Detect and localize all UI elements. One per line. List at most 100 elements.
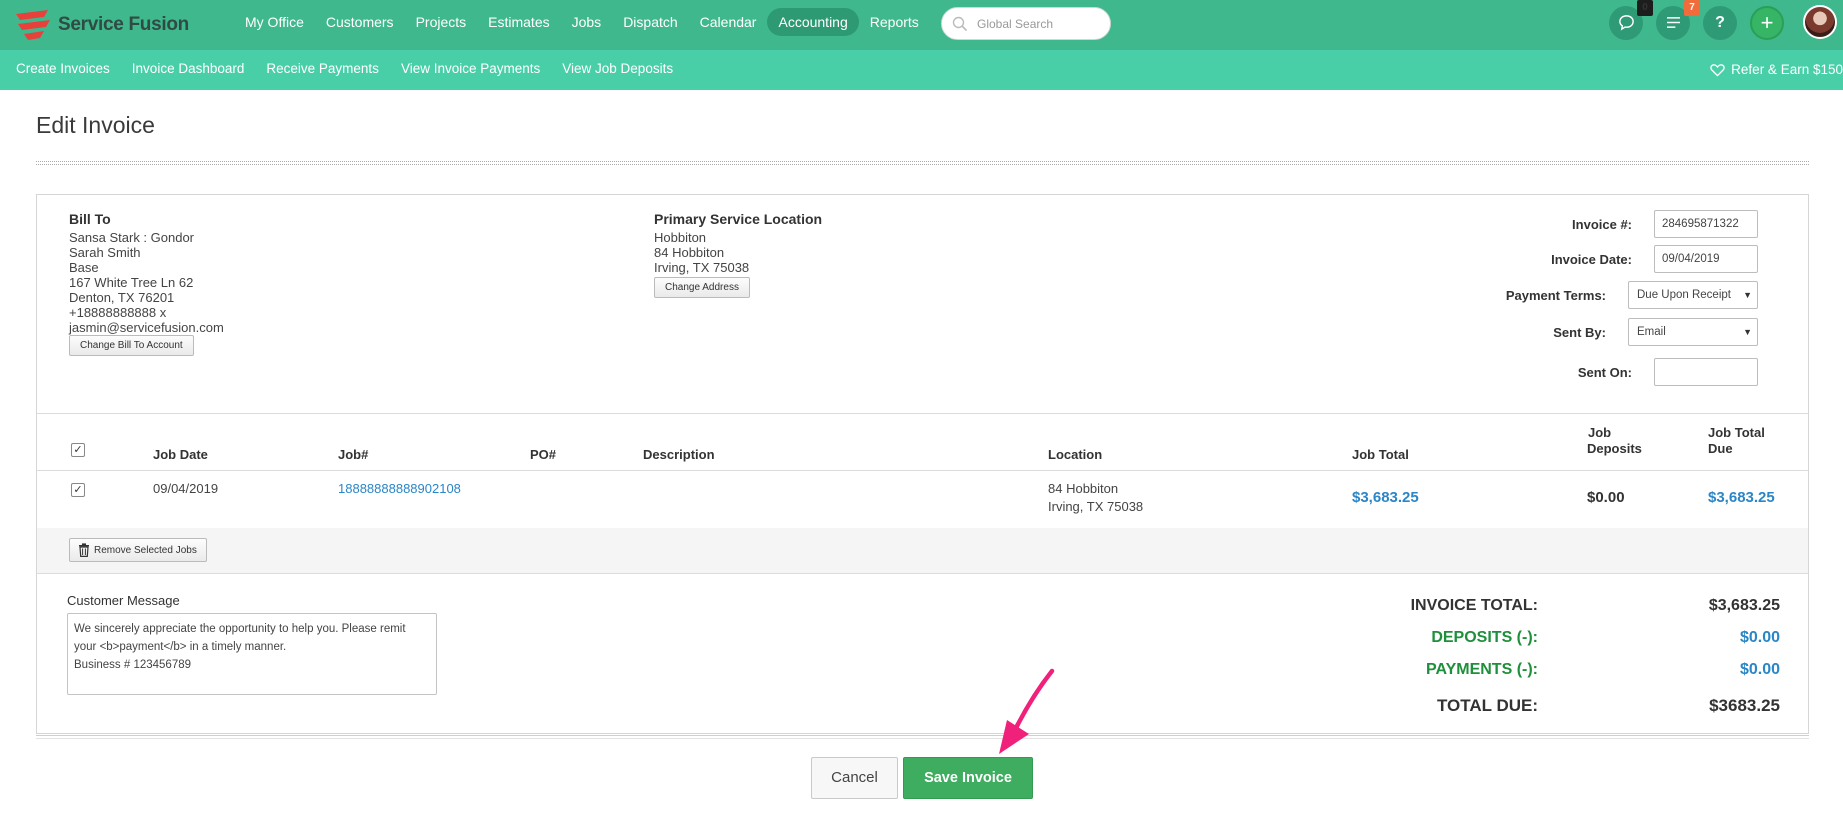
invoice-number-field[interactable]: 284695871322 (1654, 210, 1758, 238)
refer-label: Refer & Earn $150 (1731, 62, 1843, 77)
invoice-total-label: INVOICE TOTAL: (1410, 597, 1538, 614)
service-location-block: Primary Service Location Hobbiton 84 Hob… (654, 211, 822, 298)
bill-to-contact: Sarah Smith (69, 245, 141, 260)
header-description: Description (643, 447, 715, 462)
customer-message-textarea[interactable]: We sincerely appreciate the opportunity … (67, 613, 437, 695)
row-job-number-link[interactable]: 18888888888902108 (338, 480, 461, 498)
select-all-checkbox[interactable]: ✓ (71, 443, 85, 457)
table-actions-bar: Remove Selected Jobs (37, 528, 1808, 574)
invoice-date-row: Invoice Date: 09/04/2019 (1472, 245, 1758, 273)
bill-to-email: jasmin@servicefusion.com (69, 320, 224, 335)
subnav-create-invoices[interactable]: Create Invoices (16, 50, 110, 90)
row-job-total[interactable]: $3,683.25 (1352, 489, 1419, 507)
bill-to-label: Bill To (69, 211, 111, 227)
row-checkbox[interactable]: ✓ (71, 483, 85, 497)
deposits-label: DEPOSITS (-): (1431, 629, 1538, 646)
table-header-divider (37, 470, 1808, 471)
nav-estimates[interactable]: Estimates (477, 8, 560, 36)
sent-on-row: Sent On: (1472, 358, 1758, 386)
change-address-button[interactable]: Change Address (654, 277, 750, 298)
chat-button[interactable]: 0 (1609, 0, 1653, 40)
service-location-label: Primary Service Location (654, 211, 823, 227)
header-location: Location (1048, 447, 1103, 462)
user-avatar[interactable] (1803, 5, 1837, 39)
row-job-date: 09/04/2019 (153, 481, 219, 496)
change-bill-to-button[interactable]: Change Bill To Account (69, 335, 194, 356)
help-button[interactable]: ? (1703, 6, 1737, 40)
refer-and-earn-link[interactable]: Refer & Earn $150 (1710, 50, 1843, 90)
sent-by-label: Sent By: (1553, 324, 1606, 340)
bill-to-account: Sansa Stark : Gondor (69, 230, 195, 245)
search-icon (952, 16, 968, 32)
subnav-view-job-deposits[interactable]: View Job Deposits (562, 50, 673, 90)
nav-jobs[interactable]: Jobs (561, 8, 613, 36)
payments-value[interactable]: $0.00 (1740, 661, 1780, 679)
payments-label: PAYMENTS (-): (1426, 661, 1538, 678)
row-location-street: 84 Hobbiton (1048, 481, 1119, 496)
nav-calendar[interactable]: Calendar (689, 8, 768, 36)
header-job-deposits-line1: Job (1588, 425, 1612, 440)
invoice-date-field[interactable]: 09/04/2019 (1654, 245, 1758, 273)
chat-bubble-icon (1618, 15, 1634, 31)
nav-my-office[interactable]: My Office (234, 8, 315, 36)
service-location-street: 84 Hobbiton (654, 245, 725, 260)
row-location-city: Irving, TX 75038 (1048, 499, 1144, 514)
nav-projects[interactable]: Projects (405, 8, 478, 36)
service-location-city: Irving, TX 75038 (654, 260, 750, 275)
header-job-number: Job# (338, 447, 369, 462)
chevron-down-icon: ▼ (1743, 290, 1752, 300)
invoice-number-label: Invoice #: (1572, 216, 1632, 232)
accounting-subnav-bar: Create Invoices Invoice Dashboard Receiv… (0, 50, 1843, 90)
customer-message-label: Customer Message (67, 593, 180, 608)
nav-customers[interactable]: Customers (315, 8, 405, 36)
subnav-view-invoice-payments[interactable]: View Invoice Payments (401, 50, 540, 90)
top-navigation-bar: Service Fusion My Office Customers Proje… (0, 0, 1843, 50)
subnav-invoice-dashboard[interactable]: Invoice Dashboard (132, 50, 245, 90)
row-location: 84 Hobbiton Irving, TX 75038 (1048, 480, 1143, 516)
header-job-deposits-line2: Deposits (1587, 441, 1642, 456)
bill-to-location-name: Base (69, 260, 99, 275)
header-job-deposits: Job Deposits (1587, 425, 1642, 457)
cancel-button[interactable]: Cancel (811, 757, 898, 799)
invoice-number-row: Invoice #: 284695871322 (1472, 210, 1758, 238)
total-due-value: $3683.25 (1709, 696, 1780, 715)
row-job-total-due[interactable]: $3,683.25 (1708, 489, 1775, 507)
bill-to-city: Denton, TX 76201 (69, 290, 175, 305)
nav-accounting[interactable]: Accounting (767, 8, 859, 36)
sent-on-field[interactable] (1654, 358, 1758, 386)
global-search[interactable] (941, 7, 1111, 40)
invoice-date-label: Invoice Date: (1551, 251, 1632, 267)
accounting-subnav: Create Invoices Invoice Dashboard Receiv… (16, 50, 695, 90)
remove-selected-jobs-button[interactable]: Remove Selected Jobs (69, 538, 207, 562)
service-fusion-logo[interactable]: Service Fusion (14, 6, 189, 44)
chevron-down-icon: ▼ (1743, 327, 1752, 337)
header-po-number: PO# (530, 447, 557, 462)
sent-on-label: Sent On: (1577, 364, 1632, 380)
heart-icon (1710, 64, 1725, 77)
sent-by-value: Email (1637, 326, 1666, 338)
payment-terms-value: Due Upon Receipt (1637, 289, 1731, 301)
header-job-total-due-line2: Due (1708, 441, 1733, 456)
logo-icon (16, 10, 50, 40)
title-divider (36, 161, 1809, 165)
chat-count-badge: 0 (1637, 0, 1653, 16)
notifications-button[interactable]: 7 (1656, 0, 1700, 40)
sent-by-select[interactable]: Email ▼ (1628, 318, 1758, 346)
subnav-receive-payments[interactable]: Receive Payments (266, 50, 379, 90)
main-nav: My Office Customers Projects Estimates J… (234, 8, 930, 42)
invoice-total-value: $3,683.25 (1708, 597, 1780, 614)
payment-terms-select[interactable]: Due Upon Receipt ▼ (1628, 281, 1758, 309)
add-new-button[interactable]: + (1750, 6, 1784, 40)
table-top-divider (37, 413, 1808, 414)
sent-by-row: Sent By: Email ▼ (1446, 318, 1758, 346)
save-invoice-button[interactable]: Save Invoice (903, 757, 1033, 799)
nav-reports[interactable]: Reports (859, 8, 930, 36)
header-job-date: Job Date (153, 447, 208, 462)
bill-to-block: Bill To Sansa Stark : Gondor Sarah Smith… (69, 211, 224, 356)
trash-icon (79, 543, 89, 557)
remove-selected-jobs-label: Remove Selected Jobs (94, 544, 197, 556)
deposits-value[interactable]: $0.00 (1740, 629, 1780, 647)
header-job-total-due-line1: Job Total (1708, 425, 1765, 440)
search-input[interactable] (977, 15, 1102, 33)
nav-dispatch[interactable]: Dispatch (612, 8, 688, 36)
